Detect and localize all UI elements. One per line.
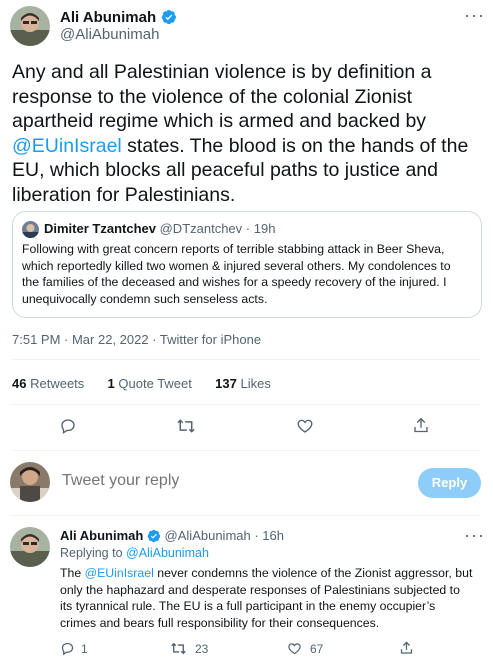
- likes-stat[interactable]: 137 Likes: [215, 376, 271, 391]
- retweets-stat[interactable]: 46 Retweets: [12, 376, 84, 391]
- main-author-name[interactable]: Ali Abunimah: [60, 9, 156, 26]
- divider: [12, 359, 481, 360]
- quoted-author-name: Dimiter Tzantchev: [44, 221, 156, 236]
- tweet-timestamp[interactable]: 7:51 PM · Mar 22, 2022 · Twitter for iPh…: [12, 332, 261, 347]
- quoted-tweet[interactable]: Dimiter Tzantchev @DTzantchev · 19h Foll…: [12, 211, 482, 318]
- divider: [12, 515, 481, 516]
- retweet-icon[interactable]: [170, 641, 187, 656]
- mention-link[interactable]: @EUinIsrael: [85, 566, 154, 580]
- like-count: 67: [310, 641, 324, 656]
- reply-icon[interactable]: [60, 641, 75, 656]
- reply-action-retweet[interactable]: 23: [170, 641, 208, 656]
- reply-icon[interactable]: [59, 417, 77, 435]
- like-icon[interactable]: [287, 641, 302, 656]
- verified-badge-icon: [161, 9, 177, 25]
- mention-link[interactable]: @EUinIsrael: [12, 135, 122, 157]
- reply-time[interactable]: · 16h: [254, 528, 284, 543]
- quoted-tweet-text: Following with great concern reports of …: [22, 242, 451, 306]
- reply-input[interactable]: [62, 472, 362, 490]
- share-icon[interactable]: [412, 416, 430, 435]
- reply-author-handle[interactable]: @AliAbunimah: [165, 528, 251, 543]
- retweet-count: 23: [195, 641, 209, 656]
- reply-count: 1: [81, 641, 88, 656]
- current-user-avatar: [10, 462, 50, 502]
- reply-action-like[interactable]: 67: [287, 641, 323, 656]
- divider: [12, 450, 481, 451]
- more-icon[interactable]: ···: [464, 6, 485, 24]
- quoted-author-avatar: [22, 221, 39, 238]
- replying-to-link[interactable]: @AliAbunimah: [126, 546, 209, 560]
- reply-tweet-text: The @EUinIsrael never condemns the viole…: [60, 566, 473, 630]
- replying-to: Replying to @AliAbunimah: [60, 546, 209, 560]
- share-icon[interactable]: [399, 640, 414, 656]
- quotes-stat[interactable]: 1 Quote Tweet: [108, 376, 192, 391]
- reply-author-avatar[interactable]: [10, 527, 50, 567]
- quoted-author-handle: @DTzantchev: [159, 221, 243, 236]
- reply-action-reply[interactable]: 1: [60, 641, 88, 656]
- stats-row: 46 Retweets 1 Quote Tweet 137 Likes: [12, 376, 271, 391]
- like-icon[interactable]: [296, 417, 314, 435]
- verified-badge-icon: [147, 529, 161, 543]
- reply-button[interactable]: Reply: [418, 468, 481, 498]
- reply-author-name[interactable]: Ali Abunimah: [60, 528, 143, 543]
- quoted-time: · 19h: [245, 221, 276, 236]
- main-tweet-text: Any and all Palestinian violence is by d…: [12, 61, 469, 206]
- retweet-icon[interactable]: [176, 417, 196, 435]
- more-icon[interactable]: ···: [464, 526, 485, 544]
- main-author-handle[interactable]: @AliAbunimah: [60, 26, 159, 43]
- divider: [12, 404, 481, 405]
- main-author-avatar[interactable]: [10, 6, 50, 46]
